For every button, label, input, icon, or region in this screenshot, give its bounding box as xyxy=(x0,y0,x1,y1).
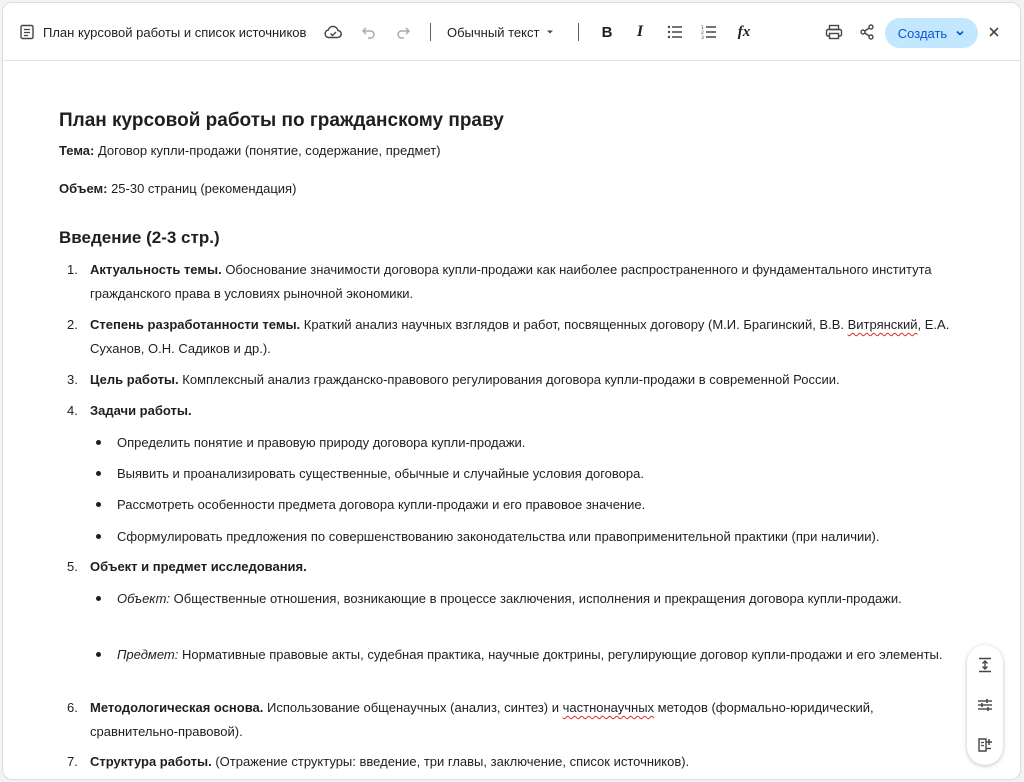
list-item: Задачи работы. xyxy=(90,399,950,423)
cloud-save-icon[interactable] xyxy=(319,3,347,61)
document-heading: План курсовой работы по гражданскому пра… xyxy=(59,110,504,131)
toolbar: План курсовой работы и список источников… xyxy=(3,3,1020,61)
spellcheck-word[interactable]: частнонаучных xyxy=(563,700,654,715)
bold-button[interactable]: B xyxy=(593,3,621,61)
list-number: 4. xyxy=(67,403,78,418)
list-item-title: Объект и предмет исследования. xyxy=(90,559,307,574)
bullet xyxy=(96,471,101,476)
toolbar-divider xyxy=(430,23,431,41)
bulleted-list-icon[interactable] xyxy=(661,3,689,61)
object-label: Объект: xyxy=(117,591,171,606)
list-number: 6. xyxy=(67,700,78,715)
list-item-title: Методологическая основа. xyxy=(90,700,264,715)
close-icon[interactable] xyxy=(980,3,1008,61)
paragraph-style-select[interactable]: Обычный текст xyxy=(447,3,555,61)
style-select-label: Обычный текст xyxy=(447,24,540,40)
bullet xyxy=(96,652,101,657)
list-item-title: Структура работы. xyxy=(90,754,212,769)
subject-item: Предмет: Нормативные правовые акты, суде… xyxy=(117,643,947,667)
list-item: Цель работы. Комплексный анализ гражданс… xyxy=(90,368,950,392)
subject-label: Предмет: xyxy=(117,647,179,662)
list-item: Методологическая основа. Использование о… xyxy=(90,696,950,744)
subject-text: Нормативные правовые акты, судебная прак… xyxy=(178,647,943,662)
list-item-text: (Отражение структуры: введение, три глав… xyxy=(211,754,690,769)
list-item: Структура работы. (Отражение структуры: … xyxy=(90,750,950,774)
list-item-text: Комплексный анализ гражданско-правового … xyxy=(178,372,840,387)
spellcheck-word[interactable]: Витрянский xyxy=(848,317,918,332)
topic-line: Тема: Договор купли-продажи (понятие, со… xyxy=(59,143,441,158)
tune-icon[interactable] xyxy=(967,687,1003,723)
undo-icon[interactable] xyxy=(355,3,383,61)
task-item: Определить понятие и правовую природу до… xyxy=(117,435,526,450)
svg-text:3: 3 xyxy=(701,35,704,39)
list-item-text: Краткий анализ научных взглядов и работ,… xyxy=(300,317,848,332)
volume-value: 25-30 страниц (рекомендация) xyxy=(107,181,297,196)
object-text: Общественные отношения, возникающие в пр… xyxy=(170,591,902,606)
task-item: Сформулировать предложения по совершенст… xyxy=(117,529,880,544)
print-icon[interactable] xyxy=(820,3,848,61)
volume-line: Объем: 25-30 страниц (рекомендация) xyxy=(59,181,296,196)
document-icon xyxy=(19,3,37,61)
redo-icon[interactable] xyxy=(389,3,417,61)
list-item-text: Использование общенаучных (анализ, синте… xyxy=(263,700,563,715)
toolbar-divider xyxy=(578,23,579,41)
list-item-title: Актуальность темы. xyxy=(90,262,222,277)
task-item: Выявить и проанализировать существенные,… xyxy=(117,466,644,481)
list-item-title: Степень разработанности темы. xyxy=(90,317,301,332)
list-number: 2. xyxy=(67,317,78,332)
floating-side-panel xyxy=(967,645,1003,765)
document-title[interactable]: План курсовой работы и список источников xyxy=(43,3,306,61)
intro-heading: Введение (2-3 стр.) xyxy=(59,228,220,247)
object-item: Объект: Общественные отношения, возникаю… xyxy=(117,587,917,611)
document-body[interactable]: План курсовой работы по гражданскому пра… xyxy=(3,62,1020,779)
list-item: Актуальность темы. Обоснование значимост… xyxy=(90,258,950,306)
bullet xyxy=(96,596,101,601)
volume-label: Объем: xyxy=(59,181,108,196)
chevron-down-icon xyxy=(956,30,964,36)
topic-label: Тема: xyxy=(59,143,95,158)
numbered-list-icon[interactable]: 123 xyxy=(695,3,723,61)
create-button-label: Создать xyxy=(897,25,948,41)
list-number: 3. xyxy=(67,372,78,387)
list-number: 5. xyxy=(67,559,78,574)
task-item: Рассмотреть особенности предмета договор… xyxy=(117,497,646,512)
share-icon[interactable] xyxy=(853,3,881,61)
create-button[interactable]: Создать xyxy=(885,18,978,48)
formula-button[interactable]: fx xyxy=(730,3,758,61)
list-item-title: Цель работы. xyxy=(90,372,179,387)
bullet xyxy=(96,534,101,539)
list-item: Объект и предмет исследования. xyxy=(90,555,950,579)
topic-value: Договор купли-продажи (понятие, содержан… xyxy=(94,143,441,158)
bullet xyxy=(96,502,101,507)
chevron-down-icon xyxy=(547,30,554,34)
list-item: Степень разработанности темы. Краткий ан… xyxy=(90,313,950,361)
add-note-icon[interactable] xyxy=(967,727,1003,763)
bullet xyxy=(96,440,101,445)
list-item-title: Задачи работы. xyxy=(90,403,192,418)
vertical-align-icon[interactable] xyxy=(967,647,1003,683)
italic-button[interactable]: I xyxy=(626,3,654,61)
list-number: 1. xyxy=(67,262,78,277)
document-window: План курсовой работы и список источников… xyxy=(2,2,1021,780)
list-number: 7. xyxy=(67,754,78,769)
